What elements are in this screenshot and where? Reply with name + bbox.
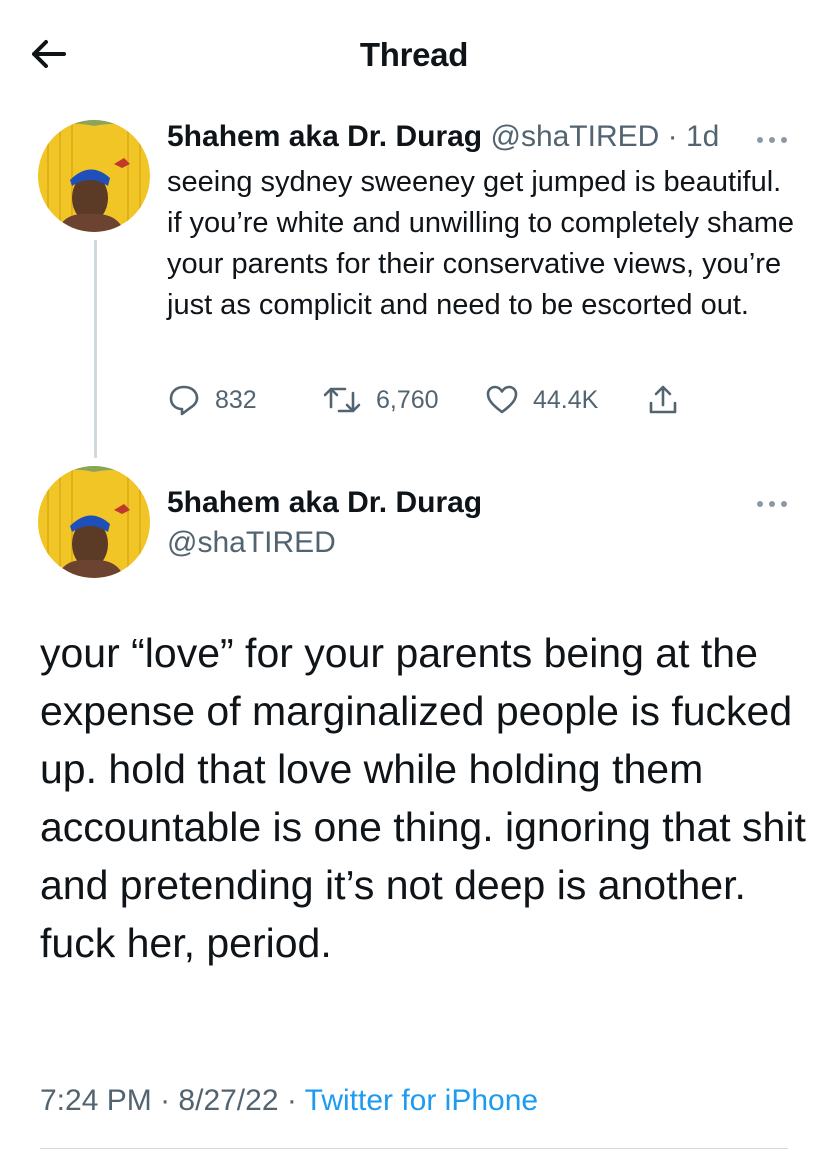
more-options-button[interactable] bbox=[752, 130, 792, 150]
tweet-actions: 832 6,760 44.4K bbox=[167, 380, 727, 420]
username[interactable]: @shaTIRED bbox=[490, 120, 659, 153]
tweet-time[interactable]: 7:24 PM bbox=[40, 1084, 152, 1117]
dot-separator: · bbox=[667, 120, 678, 153]
tweet-header: 5hahem aka Dr. Durag @shaTIRED · 1d bbox=[167, 120, 719, 154]
avatar[interactable] bbox=[38, 466, 150, 578]
retweet-button[interactable]: 6,760 bbox=[322, 380, 439, 420]
like-count: 44.4K bbox=[533, 385, 599, 414]
tweet-age[interactable]: 1d bbox=[686, 120, 719, 153]
avatar[interactable] bbox=[38, 120, 150, 232]
share-icon bbox=[649, 385, 677, 414]
thread-header: Thread bbox=[0, 0, 828, 108]
heart-icon bbox=[486, 385, 518, 414]
thread-connector-line bbox=[94, 240, 97, 458]
page-title: Thread bbox=[359, 36, 469, 73]
more-icon bbox=[757, 501, 787, 507]
profile-photo-icon bbox=[38, 466, 150, 578]
username[interactable]: @shaTIRED bbox=[167, 526, 336, 560]
reply-count: 832 bbox=[215, 385, 257, 414]
reply-button[interactable]: 832 bbox=[167, 380, 257, 420]
tweet-metadata: 7:24 PM · 8/27/22 · Twitter for iPhone bbox=[40, 1084, 538, 1118]
retweet-count: 6,760 bbox=[376, 385, 439, 414]
tweet-text: seeing sydney sweeney get jumped is beau… bbox=[167, 166, 795, 321]
tweet-text: your “love” for your parents being at th… bbox=[40, 630, 806, 966]
tweet-source-link[interactable]: Twitter for iPhone bbox=[305, 1084, 538, 1117]
tweet-date[interactable]: 8/27/22 bbox=[178, 1084, 278, 1117]
share-button[interactable] bbox=[647, 380, 693, 420]
dot-separator: · bbox=[160, 1084, 171, 1117]
like-button[interactable]: 44.4K bbox=[485, 380, 598, 420]
dot-separator: · bbox=[286, 1084, 297, 1117]
display-name[interactable]: 5hahem aka Dr. Durag bbox=[167, 486, 482, 520]
reply-icon bbox=[169, 385, 199, 416]
more-icon bbox=[757, 137, 787, 143]
display-name[interactable]: 5hahem aka Dr. Durag bbox=[167, 120, 482, 153]
divider bbox=[40, 1148, 788, 1149]
profile-photo-icon bbox=[38, 120, 150, 232]
retweet-icon bbox=[323, 387, 361, 413]
more-options-button[interactable] bbox=[752, 494, 792, 514]
